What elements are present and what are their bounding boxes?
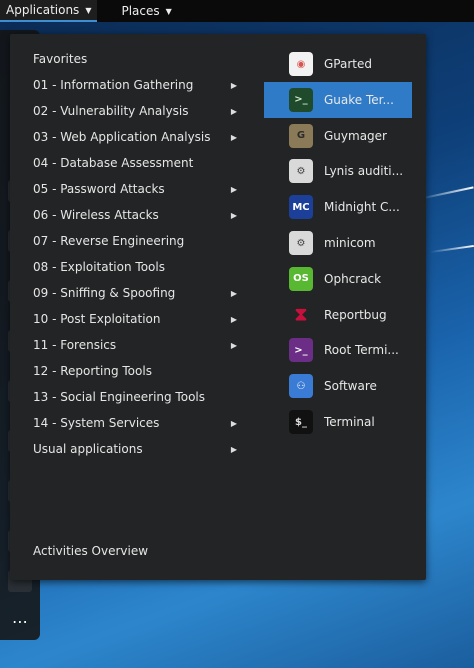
app-launcher-item[interactable]: $_ Terminal [264, 404, 412, 440]
app-label: Software [324, 379, 377, 394]
menu-category-item[interactable]: 09 - Sniffing & Spoofing ▶ [33, 280, 237, 306]
app-label: Terminal [324, 415, 375, 429]
menu-category-label: Usual applications [33, 442, 143, 456]
menu-category-label: 12 - Reporting Tools [33, 364, 152, 378]
chevron-right-icon: ▶ [230, 106, 237, 116]
menu-category-label: 02 - Vulnerability Analysis [33, 104, 189, 118]
gparted-icon: ◉ [289, 52, 313, 76]
app-launcher-item[interactable]: ⚙ minicom [264, 225, 412, 261]
app-launcher-item[interactable]: ⧗ Reportbug [264, 297, 412, 333]
menu-category-label: Favorites [33, 52, 88, 66]
lynis-icon: ⚙ [289, 159, 313, 184]
menu-category-item[interactable]: 11 - Forensics ▶ [33, 332, 237, 358]
menu-category-item[interactable]: 08 - Exploitation Tools [33, 254, 231, 280]
menu-category-label: 14 - System Services [33, 416, 160, 430]
chevron-down-icon: ▼ [165, 6, 172, 16]
app-label: minicom [324, 236, 376, 250]
menu-category-label: 04 - Database Assessment [33, 156, 194, 170]
app-label: GParted [324, 57, 372, 71]
app-label: Reportbug [324, 307, 387, 322]
app-launcher-item[interactable]: >_ Root Termi... [264, 332, 412, 368]
terminal-icon: $_ [289, 410, 313, 434]
applications-menu-panel: Favorites 01 - Information Gathering ▶ 02 -… [10, 34, 426, 580]
app-launcher-item[interactable]: ⚙ Lynis auditi... [264, 153, 412, 189]
places-menu-button[interactable]: Places ▼ [115, 0, 177, 22]
chevron-right-icon: ▶ [230, 184, 237, 194]
menu-category-item[interactable]: 14 - System Services ▶ [33, 410, 237, 436]
chevron-right-icon: ▶ [230, 132, 237, 142]
midnight-commander-icon: MC [289, 195, 313, 220]
app-label: Ophcrack [324, 271, 382, 286]
menu-category-item[interactable]: 01 - Information Gathering ▶ [33, 72, 237, 98]
menu-category-label: 13 - Social Engineering Tools [33, 390, 205, 404]
menu-category-item[interactable]: 03 - Web Application Analysis ▶ [33, 124, 237, 150]
app-label: Guake Ter... [324, 92, 394, 107]
app-label: Midnight C... [324, 200, 400, 215]
menu-category-label: 03 - Web Application Analysis [33, 130, 211, 144]
menu-category-item[interactable]: 06 - Wireless Attacks ▶ [33, 202, 237, 228]
top-bar: Applications ▼ Places ▼ [0, 0, 474, 22]
wallpaper-streak [430, 244, 474, 254]
chevron-right-icon: ▶ [230, 340, 237, 350]
menu-category-item[interactable]: Favorites [33, 46, 231, 72]
menu-category-item[interactable]: 02 - Vulnerability Analysis ▶ [33, 98, 237, 124]
app-launcher-item[interactable]: G Guymager [264, 118, 412, 154]
activities-overview-item[interactable]: Activities Overview [33, 544, 148, 558]
applications-menu-label: Applications [6, 3, 80, 17]
wallpaper-streak [420, 186, 474, 200]
app-launcher-item[interactable]: >_ Guake Ter... [264, 81, 412, 118]
app-launcher-item[interactable]: OS Ophcrack [264, 261, 412, 297]
chevron-right-icon: ▶ [230, 314, 237, 324]
menu-category-item[interactable]: 07 - Reverse Engineering [33, 228, 231, 254]
chevron-right-icon: ▶ [230, 210, 237, 220]
chevron-right-icon: ▶ [230, 288, 237, 298]
ophcrack-icon: OS [289, 266, 313, 291]
chevron-right-icon: ▶ [230, 80, 237, 90]
app-label: Root Termi... [324, 343, 399, 358]
menu-category-item[interactable]: 05 - Password Attacks ▶ [33, 176, 237, 202]
menu-category-label: 09 - Sniffing & Spoofing [33, 286, 176, 300]
app-launcher-item[interactable]: ◉ GParted [264, 46, 412, 82]
minicom-icon: ⚙ [289, 231, 313, 255]
menu-category-item[interactable]: 10 - Post Exploitation ▶ [33, 306, 237, 332]
applications-menu-button[interactable]: Applications ▼ [0, 0, 98, 22]
root-terminal-icon: >_ [289, 338, 313, 363]
guake-terminal-icon: >_ [289, 87, 313, 112]
menu-category-label: 01 - Information Gathering [33, 78, 194, 92]
menu-category-label: 06 - Wireless Attacks [33, 208, 159, 222]
menu-category-item[interactable]: 13 - Social Engineering Tools [33, 384, 231, 410]
menu-category-label: 10 - Post Exploitation [33, 312, 161, 326]
app-label: Lynis auditi... [324, 164, 404, 179]
reportbug-icon: ⧗ [294, 304, 308, 326]
app-label: Guymager [324, 128, 387, 143]
show-applications-icon[interactable]: ⋯ [10, 612, 30, 632]
places-menu-label: Places [121, 4, 160, 18]
menu-category-label: 07 - Reverse Engineering [33, 234, 185, 248]
app-launcher-item[interactable]: MC Midnight C... [264, 189, 412, 225]
menu-category-item[interactable]: 12 - Reporting Tools [33, 358, 231, 384]
app-launcher-item[interactable]: ⚇ Software [264, 368, 412, 404]
chevron-down-icon: ▼ [85, 5, 92, 15]
menu-category-item[interactable]: 04 - Database Assessment [33, 150, 231, 176]
chevron-right-icon: ▶ [230, 418, 237, 428]
software-icon: ⚇ [289, 374, 313, 399]
menu-category-label: 11 - Forensics [33, 338, 117, 352]
menu-category-item[interactable]: Usual applications ▶ [33, 436, 237, 462]
guymager-icon: G [289, 123, 313, 148]
menu-category-label: 05 - Password Attacks [33, 182, 165, 196]
menu-category-label: 08 - Exploitation Tools [33, 260, 165, 274]
chevron-right-icon: ▶ [230, 444, 237, 454]
